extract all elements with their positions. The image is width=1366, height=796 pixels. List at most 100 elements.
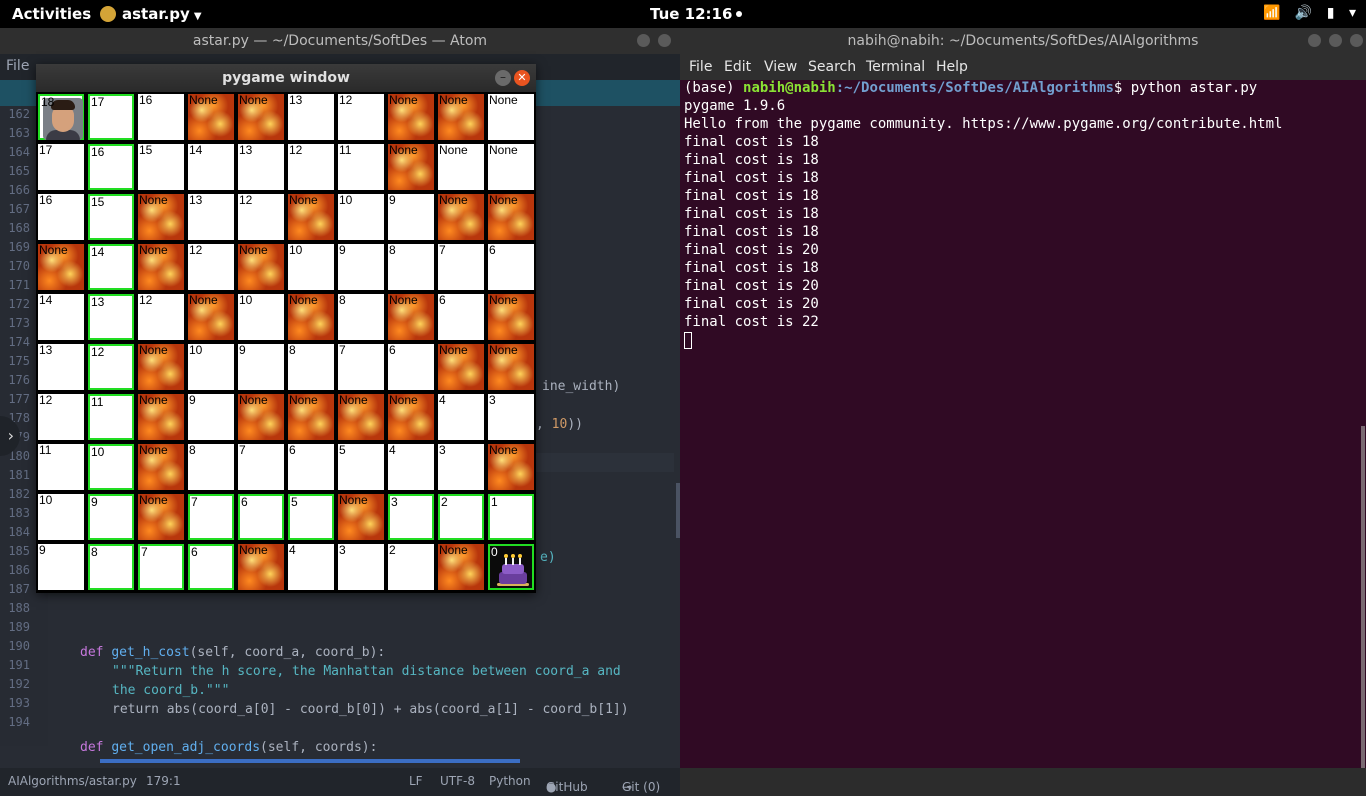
grid-cell[interactable]: 9 <box>388 194 434 240</box>
fire-cell[interactable]: None <box>138 494 184 540</box>
fire-cell[interactable]: None <box>138 344 184 390</box>
status-file-path[interactable]: AIAlgorithms/astar.py <box>8 774 137 788</box>
grid-cell[interactable]: 15 <box>138 144 184 190</box>
terminal-output[interactable]: (base) nabih@nabih:~/Documents/SoftDes/A… <box>684 80 1360 760</box>
fire-cell[interactable]: None <box>488 444 534 490</box>
grid-cell[interactable]: 9 <box>338 244 384 290</box>
fire-cell[interactable]: None <box>138 244 184 290</box>
grid-cell[interactable]: 13 <box>188 194 234 240</box>
grid-cell[interactable]: 7 <box>338 344 384 390</box>
menu-edit[interactable]: Edit <box>724 59 751 75</box>
close-icon[interactable]: ✕ <box>514 70 530 86</box>
fire-cell[interactable]: None <box>488 294 534 340</box>
fire-cell[interactable]: None <box>138 444 184 490</box>
fire-cell[interactable]: None <box>288 394 334 440</box>
start-cell[interactable]: 18 <box>38 94 84 140</box>
status-grammar[interactable]: Python <box>489 774 531 788</box>
fire-cell[interactable]: None <box>388 144 434 190</box>
fire-cell[interactable]: None <box>138 194 184 240</box>
grid-cell[interactable]: 8 <box>288 344 334 390</box>
grid-cell[interactable]: 4 <box>388 444 434 490</box>
grid-cell[interactable]: 6 <box>288 444 334 490</box>
grid-cell[interactable]: None <box>488 94 534 140</box>
grid-cell[interactable]: 8 <box>188 444 234 490</box>
status-encoding[interactable]: UTF-8 <box>440 774 475 788</box>
grid-cell[interactable]: 3 <box>388 494 434 540</box>
grid-cell[interactable]: 7 <box>438 244 484 290</box>
grid-cell[interactable]: 13 <box>38 344 84 390</box>
grid-cell[interactable]: 14 <box>88 244 134 290</box>
grid-cell[interactable]: None <box>488 144 534 190</box>
close-icon[interactable] <box>1350 34 1363 47</box>
grid-cell[interactable]: 12 <box>188 244 234 290</box>
grid-cell[interactable]: 10 <box>188 344 234 390</box>
grid-cell[interactable]: 6 <box>388 344 434 390</box>
pygame-titlebar[interactable]: pygame window <box>36 64 536 92</box>
minimize-icon[interactable] <box>637 34 650 47</box>
menu-file[interactable]: File <box>6 58 29 74</box>
grid-cell[interactable]: 5 <box>288 494 334 540</box>
grid-cell[interactable]: 11 <box>38 444 84 490</box>
grid-cell[interactable]: 10 <box>338 194 384 240</box>
grid-cell[interactable]: 10 <box>288 244 334 290</box>
fire-cell[interactable]: None <box>488 344 534 390</box>
grid-cell[interactable]: 17 <box>88 94 134 140</box>
grid-cell[interactable]: 3 <box>438 444 484 490</box>
fire-cell[interactable]: None <box>388 394 434 440</box>
astar-grid[interactable]: 18 17 16 None None 13 12 None None None 17 16 15 14 13… <box>36 93 536 593</box>
grid-cell[interactable]: 6 <box>438 294 484 340</box>
fire-cell[interactable]: None <box>338 494 384 540</box>
grid-cell[interactable]: 13 <box>238 144 284 190</box>
fire-cell[interactable]: None <box>438 194 484 240</box>
menu-file[interactable]: File <box>689 59 712 75</box>
terminal-titlebar[interactable]: nabih@nabih: ~/Documents/SoftDes/AIAlgor… <box>680 28 1366 54</box>
grid-cell[interactable]: 9 <box>88 494 134 540</box>
grid-cell[interactable]: 7 <box>188 494 234 540</box>
grid-cell[interactable]: 8 <box>338 294 384 340</box>
grid-cell[interactable]: None <box>438 144 484 190</box>
grid-cell[interactable]: 3 <box>488 394 534 440</box>
fire-cell[interactable]: None <box>188 94 234 140</box>
grid-cell[interactable]: 6 <box>488 244 534 290</box>
grid-cell[interactable]: 16 <box>38 194 84 240</box>
fire-cell[interactable]: None <box>438 344 484 390</box>
maximize-icon[interactable] <box>658 34 671 47</box>
menu-search[interactable]: Search <box>808 59 856 75</box>
fire-cell[interactable]: None <box>438 94 484 140</box>
grid-cell[interactable]: 13 <box>88 294 134 340</box>
fire-cell[interactable]: None <box>138 394 184 440</box>
grid-cell[interactable]: 14 <box>188 144 234 190</box>
terminal-scrollbar[interactable] <box>1361 426 1365 768</box>
menu-terminal[interactable]: Terminal <box>866 59 925 75</box>
fire-cell[interactable]: None <box>338 394 384 440</box>
status-line-ending[interactable]: LF <box>409 774 423 788</box>
grid-cell[interactable]: 14 <box>38 294 84 340</box>
fire-cell[interactable]: None <box>438 544 484 590</box>
grid-cell[interactable]: 1 <box>488 494 534 540</box>
fire-cell[interactable]: None <box>288 194 334 240</box>
grid-cell[interactable]: 6 <box>188 544 234 590</box>
clock[interactable]: Tue 12:16 <box>650 5 743 23</box>
system-tray[interactable]: 📶 🔊 ▮ ▾ <box>1253 5 1356 21</box>
grid-cell[interactable]: 12 <box>238 194 284 240</box>
grid-cell[interactable]: 9 <box>38 544 84 590</box>
fire-cell[interactable]: None <box>38 244 84 290</box>
grid-cell[interactable]: 11 <box>88 394 134 440</box>
grid-cell[interactable]: 9 <box>238 344 284 390</box>
grid-cell[interactable]: 8 <box>388 244 434 290</box>
activities-button[interactable]: Activities <box>12 5 91 23</box>
grid-cell[interactable]: 12 <box>138 294 184 340</box>
app-menu[interactable]: astar.py ▼ <box>100 5 202 23</box>
grid-cell[interactable]: 9 <box>188 394 234 440</box>
grid-cell[interactable]: 17 <box>38 144 84 190</box>
grid-cell[interactable]: 7 <box>138 544 184 590</box>
fire-cell[interactable]: None <box>388 294 434 340</box>
grid-cell[interactable]: 10 <box>88 444 134 490</box>
grid-cell[interactable]: 16 <box>138 94 184 140</box>
fire-cell[interactable]: None <box>238 544 284 590</box>
minimize-icon[interactable] <box>1308 34 1321 47</box>
grid-cell[interactable]: 2 <box>438 494 484 540</box>
fire-cell[interactable]: None <box>238 394 284 440</box>
grid-cell[interactable]: 4 <box>288 544 334 590</box>
grid-cell[interactable]: 8 <box>88 544 134 590</box>
